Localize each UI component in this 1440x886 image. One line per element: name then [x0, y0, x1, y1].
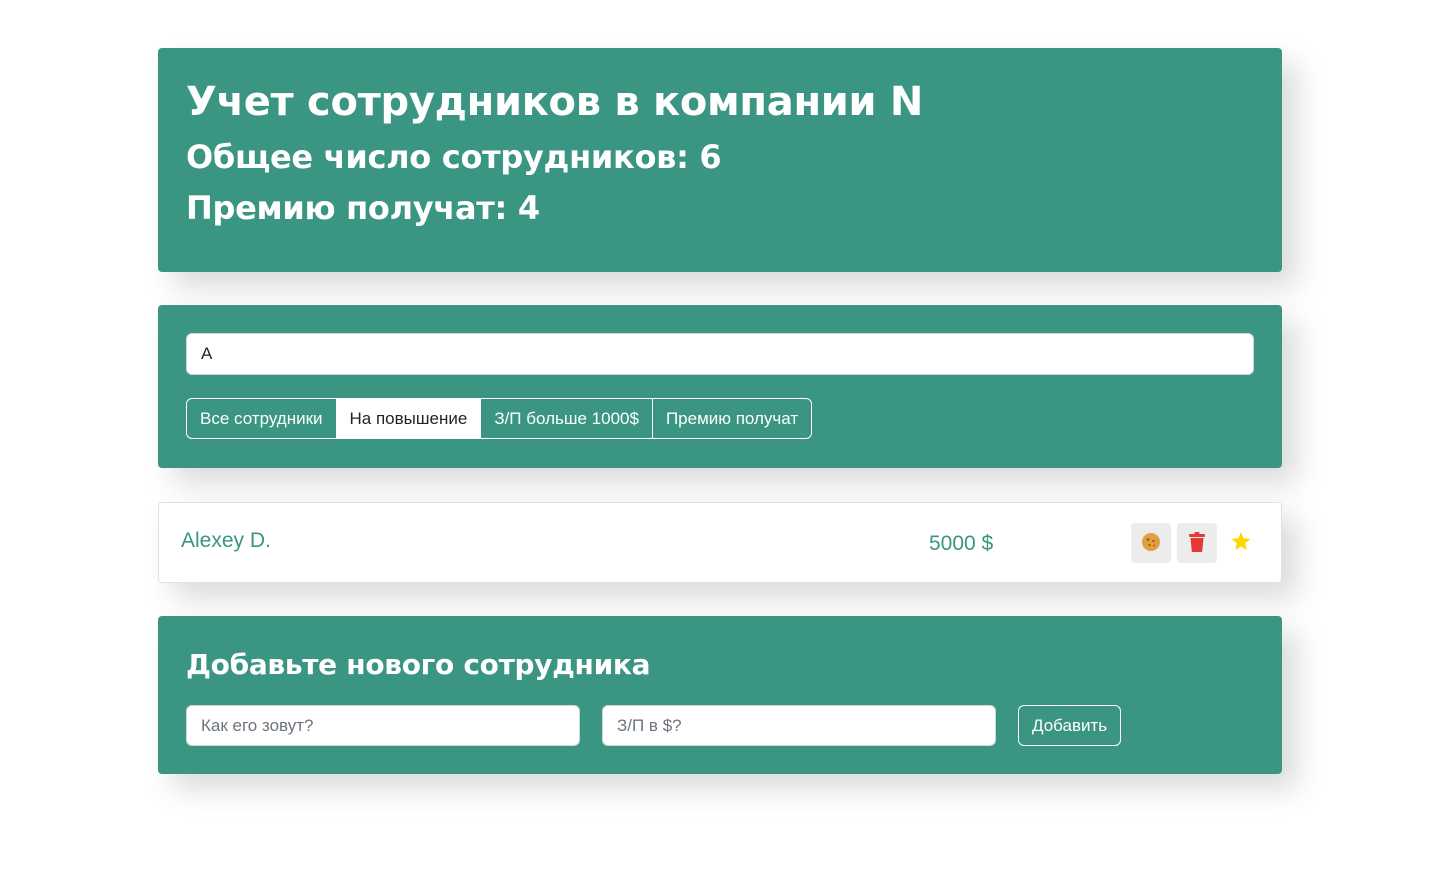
cookie-icon — [1142, 532, 1160, 554]
promotion-star[interactable] — [1223, 523, 1259, 563]
delete-button[interactable] — [1177, 523, 1217, 563]
list-item: Alexey D. — [159, 503, 1281, 582]
employee-actions — [1131, 523, 1259, 563]
add-form-title: Добавьте нового сотрудника — [186, 648, 651, 681]
salary-input[interactable] — [602, 705, 996, 746]
filter-all-button[interactable]: Все сотрудники — [186, 398, 337, 439]
app-info: Учет сотрудников в компании N Общее числ… — [158, 48, 1282, 272]
bonus-count: Премию получат: 4 — [186, 189, 540, 228]
employee-name[interactable]: Alexey D. — [181, 529, 271, 553]
search-input[interactable] — [186, 333, 1254, 375]
filter-group: Все сотрудники На повышение З/П больше 1… — [186, 398, 1254, 439]
trash-icon — [1189, 531, 1205, 555]
add-employee-panel: Добавьте нового сотрудника Добавить — [158, 616, 1282, 774]
name-input[interactable] — [186, 705, 580, 746]
cookie-button[interactable] — [1131, 523, 1171, 563]
page-title: Учет сотрудников в компании N — [186, 79, 924, 125]
star-icon — [1231, 531, 1251, 555]
add-button[interactable]: Добавить — [1018, 705, 1122, 746]
filter-salary-button[interactable]: З/П больше 1000$ — [480, 398, 653, 439]
filter-bonus-button[interactable]: Премию получат — [651, 398, 813, 439]
add-employee-form: Добавить — [186, 705, 1254, 746]
search-panel: Все сотрудники На повышение З/П больше 1… — [158, 305, 1282, 468]
filter-promotion-button[interactable]: На повышение — [335, 398, 482, 439]
employee-list: Alexey D. — [158, 502, 1282, 583]
total-employees: Общее число сотрудников: 6 — [186, 138, 722, 176]
